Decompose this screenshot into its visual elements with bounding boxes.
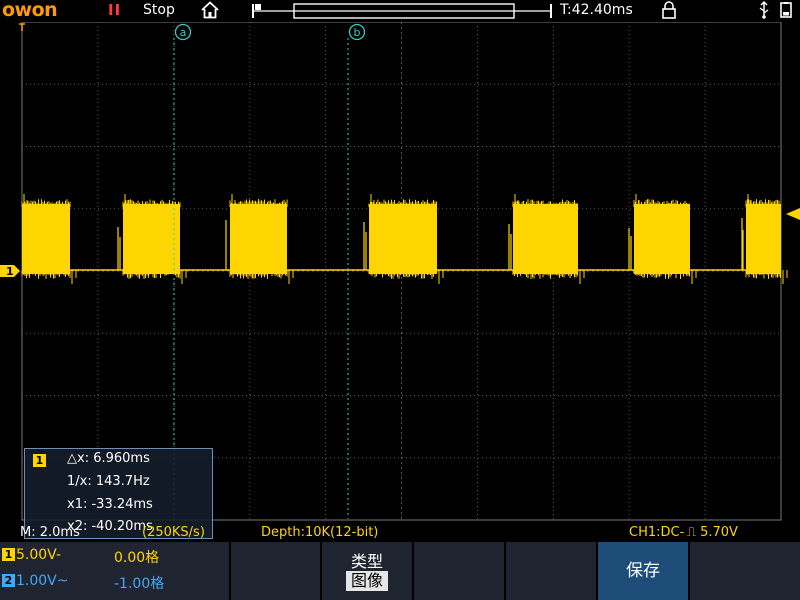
waveform-display[interactable]: a b 1 1 △x: 6.960ms 1/x: 143.7Hz x1: -33… — [0, 22, 800, 539]
usb-icon — [759, 1, 769, 19]
ch2-volts-div: 1.00V — [16, 573, 57, 589]
save-button[interactable]: 保存 — [598, 542, 688, 600]
lock-icon — [662, 1, 676, 19]
trigger-level-marker[interactable] — [786, 208, 800, 220]
ch1-burst — [123, 204, 180, 274]
menu-separator — [504, 542, 506, 600]
menu-type-title[interactable]: 类型 — [322, 548, 412, 572]
timebase-readout: M: 2.0ms — [20, 525, 80, 540]
ch1-ground-marker-label: 1 — [6, 265, 14, 278]
brand-logo: owon — [2, 0, 58, 21]
pause-indicator[interactable]: II — [108, 1, 121, 19]
ch1-burst — [513, 204, 578, 274]
ch1-offset[interactable]: 0.00格 — [114, 547, 159, 567]
acquisition-info-bar: M: 2.0ms (250KS/s) Depth:10K(12-bit) CH1… — [0, 524, 800, 542]
menu-separator — [688, 542, 690, 600]
memory-position-bar[interactable] — [252, 2, 552, 19]
delta-x-readout: △x: 6.960ms — [67, 451, 150, 466]
ch2-offset[interactable]: -1.00格 — [114, 573, 164, 593]
menu-type-value[interactable]: 图像 — [346, 571, 388, 591]
cursor-a-label: a — [180, 26, 187, 39]
trigger-setting-readout: CH1:DC- ⎍ 5.70V — [629, 525, 738, 540]
ch1-badge: 1 — [2, 548, 15, 561]
home-icon[interactable] — [200, 1, 220, 19]
inverse-delta-x-readout: 1/x: 143.7Hz — [67, 474, 150, 489]
menu-separator — [229, 542, 231, 600]
ch2-coupling: ~ — [56, 573, 69, 589]
battery-icon — [780, 2, 792, 18]
ch1-waveform — [21, 194, 788, 284]
sample-rate-readout: (250KS/s) — [142, 525, 205, 540]
top-status-bar: owon II Stop T:42.40ms — [0, 0, 800, 22]
ch1-burst — [22, 204, 70, 274]
run-state-label[interactable]: Stop — [143, 2, 175, 18]
ch1-coupling: - — [55, 547, 61, 563]
trigger-time-readout: T:42.40ms — [560, 2, 633, 18]
bottom-menu-bar: 1 5.00V- 0.00格 2 1.00V~ -1.00格 类型 图像 保存 — [0, 542, 800, 600]
cursor-b-label: b — [354, 26, 361, 39]
ch1-burst — [369, 204, 437, 274]
x1-readout: x1: -33.24ms — [67, 497, 153, 512]
trigger-position-marker[interactable] — [19, 23, 25, 31]
memory-depth-readout: Depth:10K(12-bit) — [261, 525, 379, 540]
ch2-settings[interactable]: 2 1.00V~ — [2, 573, 68, 589]
ch2-badge: 2 — [2, 574, 15, 587]
measure-channel-badge: 1 — [33, 454, 46, 467]
menu-separator — [412, 542, 414, 600]
ch1-volts-div: 5.00V — [16, 547, 56, 563]
ch1-settings[interactable]: 1 5.00V- — [2, 547, 61, 563]
ch1-burst — [230, 204, 287, 274]
ch1-burst — [634, 204, 690, 274]
